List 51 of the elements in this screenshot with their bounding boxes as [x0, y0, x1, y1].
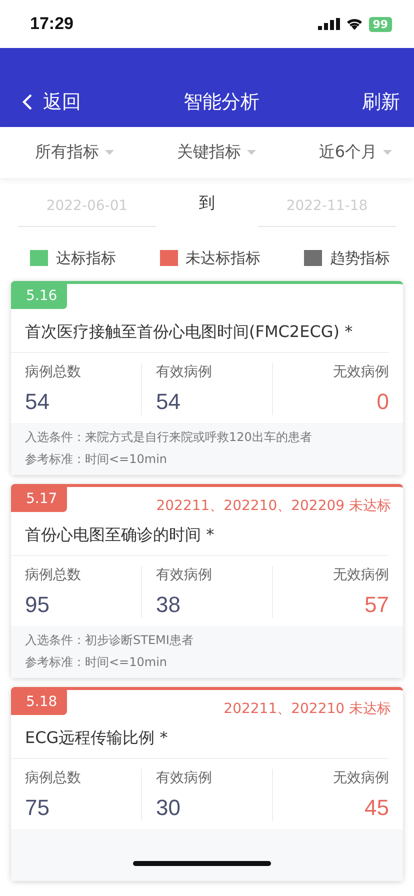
indicator-number: 5.17	[11, 487, 67, 512]
filter-dropdown[interactable]: 关键指标	[176, 142, 256, 163]
back-button[interactable]: 返回	[22, 89, 81, 115]
legend-label: 达标指标	[56, 248, 116, 268]
indicator-title: 首份心电图至确诊的时间 *	[11, 517, 389, 556]
stat-value: 54	[156, 389, 182, 415]
indicator-title: 首次医疗接触至首份心电图时间(FMC2ECG) *	[11, 314, 389, 353]
legend-label: 未达标指标	[186, 248, 260, 268]
stat-label: 病例总数	[25, 566, 82, 584]
stat-label: 病例总数	[25, 769, 82, 787]
status-time: 17:29	[30, 14, 74, 34]
indicator-card[interactable]: 5.18 202211、202210 未达标 ECG远程传输比例 * 病例总数 75 有效病例 30 无效病例 45	[11, 687, 403, 881]
stat-label: 病例总数	[25, 363, 82, 381]
stat-label: 有效病例	[156, 769, 213, 787]
caret-icon	[383, 150, 392, 155]
date-separator: 到	[199, 192, 215, 214]
criteria-text: 参考标准：时间<=10min	[25, 451, 168, 468]
stat-value: 30	[156, 795, 182, 821]
stat-label: 有效病例	[156, 566, 213, 584]
stat-value: 57	[364, 592, 389, 618]
legend-label: 趋势指标	[330, 248, 390, 268]
wifi-icon	[346, 18, 363, 30]
criteria-text: 参考标准：时间<=10min	[25, 654, 168, 671]
stat-label: 无效病例	[333, 363, 389, 381]
unmet-months: 202211、202210 未达标	[224, 700, 392, 718]
unmet-months: 202211、202210、202209 未达标	[156, 497, 392, 515]
stat-label: 有效病例	[156, 363, 213, 381]
stat-value: 38	[156, 592, 182, 618]
filter-dropdown[interactable]: 所有指标	[35, 142, 114, 163]
stat-value: 54	[25, 389, 50, 415]
stat-value: 75	[25, 795, 50, 821]
chevron-left-icon	[22, 93, 33, 111]
page-title: 智能分析	[184, 90, 260, 115]
battery-level: 99	[368, 16, 392, 32]
stat-value: 45	[364, 795, 389, 821]
signal-icon	[318, 18, 340, 30]
indicator-number: 5.18	[11, 690, 67, 715]
stat-label: 无效病例	[333, 769, 389, 787]
caret-icon	[105, 150, 114, 155]
criteria-text: 入选条件：来院方式是自行来院或呼救120出车的患者	[25, 429, 313, 446]
stat-value: 0	[376, 389, 389, 415]
caret-icon	[246, 150, 256, 155]
refresh-button[interactable]: 刷新	[362, 89, 400, 115]
indicator-card[interactable]: 5.16 首次医疗接触至首份心电图时间(FMC2ECG) * 病例总数 54 有效病例 54 无效病例 0 入选条件：来院方式是自行来院或呼救120出车的患者 参考标准：时间<=10min	[11, 281, 403, 475]
indicator-card[interactable]: 5.17 202211、202210、202209 未达标 首份心电图至确诊的时间 * 病例总数 95 有效病例 38 无效病例 57 入选条件：初步诊断STEMI患者 参考标准：时间<=10min	[11, 484, 403, 678]
indicator-title: ECG远程传输比例 *	[11, 720, 389, 759]
stat-label: 无效病例	[333, 566, 389, 584]
filter-dropdown[interactable]: 近6个月	[318, 142, 392, 163]
criteria-text: 入选条件：初步诊断STEMI患者	[25, 632, 194, 649]
stat-value: 95	[25, 592, 50, 618]
indicator-number: 5.16	[11, 284, 67, 309]
